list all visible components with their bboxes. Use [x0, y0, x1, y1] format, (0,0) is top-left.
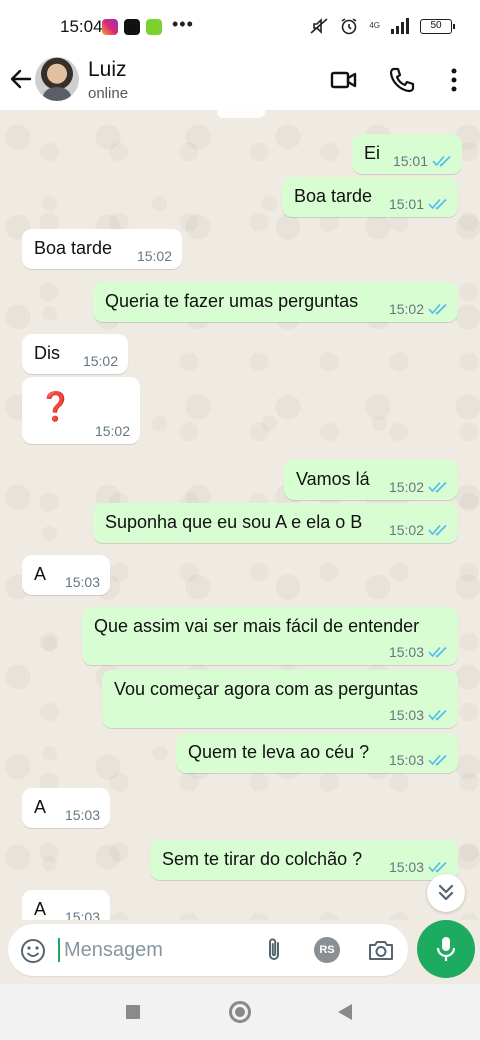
- status-time: 15:04: [60, 17, 103, 36]
- message-text: A: [34, 564, 47, 584]
- message-text: Suponha que eu sou A e ela o B: [105, 512, 363, 532]
- message-text: Boa tarde: [34, 238, 113, 258]
- message-text: Que assim vai ser mais fácil de entender: [94, 616, 420, 636]
- avatar[interactable]: [35, 57, 79, 101]
- message-text: Queria te fazer umas perguntas: [105, 291, 359, 311]
- message-time: 15:02: [388, 479, 424, 495]
- instagram-notification-icon: [102, 19, 118, 35]
- message-input-container[interactable]: Mensagem RS: [8, 924, 408, 976]
- question-emoji: ❓: [38, 391, 73, 422]
- status-right-group: 4G 50: [309, 16, 455, 36]
- read-receipt-icon: [428, 198, 447, 210]
- microphone-icon: [436, 937, 456, 961]
- battery-icon: 50: [420, 18, 455, 34]
- voice-message-button[interactable]: [417, 920, 475, 978]
- message-bubble-incoming[interactable]: A 15:03: [22, 890, 110, 920]
- read-receipt-icon: [428, 524, 447, 536]
- mute-icon: [310, 18, 328, 34]
- message-bubble-incoming[interactable]: Dis 15:02: [22, 334, 128, 374]
- alarm-icon: [341, 18, 357, 35]
- message-bubble-incoming[interactable]: ❓ 15:02: [22, 377, 140, 444]
- read-receipt-icon: [428, 646, 447, 658]
- message-bubble-outgoing[interactable]: Quem te leva ao céu ? 15:03: [176, 733, 458, 773]
- recents-button[interactable]: [126, 1005, 140, 1019]
- contact-name[interactable]: Luiz: [88, 58, 127, 82]
- more-options-icon[interactable]: [440, 66, 468, 94]
- message-time: 15:02: [388, 301, 424, 317]
- video-call-icon[interactable]: [330, 66, 358, 94]
- voice-call-icon[interactable]: [388, 66, 416, 94]
- message-time: 15:02: [94, 423, 130, 439]
- chat-header: Luiz online: [0, 54, 480, 110]
- message-time: 15:03: [388, 707, 424, 723]
- message-time: 15:01: [388, 196, 424, 212]
- read-receipt-icon: [428, 861, 447, 873]
- message-text: Sem te tirar do colchão ?: [162, 849, 363, 869]
- contact-status: online: [88, 85, 129, 102]
- message-time: 15:03: [64, 909, 100, 920]
- message-bubble-outgoing[interactable]: Vamos lá 15:02: [284, 460, 458, 500]
- message-text: Quem te leva ao céu ?: [188, 742, 370, 762]
- composer-bar: Mensagem RS: [0, 920, 480, 984]
- message-bubble-incoming[interactable]: Boa tarde 15:02: [22, 229, 182, 269]
- uber-notification-icon: [124, 19, 140, 35]
- message-text: A: [34, 899, 47, 919]
- payment-icon[interactable]: RS: [314, 937, 340, 963]
- read-receipt-icon: [428, 303, 447, 315]
- back-arrow-icon[interactable]: [8, 66, 34, 92]
- message-text: Ei: [364, 143, 381, 163]
- back-button[interactable]: [338, 1004, 352, 1020]
- message-text: Boa tarde: [294, 186, 373, 206]
- message-time: 15:02: [82, 353, 118, 369]
- network-type: 4G: [369, 21, 380, 30]
- message-input[interactable]: Mensagem: [64, 939, 163, 962]
- read-receipt-icon: [428, 481, 447, 493]
- message-bubble-outgoing[interactable]: Que assim vai ser mais fácil de entender…: [82, 607, 458, 665]
- download-notification-icon: [146, 19, 162, 35]
- battery-level: 50: [430, 19, 442, 31]
- message-text: Vamos lá: [296, 469, 370, 489]
- chat-area[interactable]: Ei 15:01 Boa tarde 15:01 Boa tarde 15:02…: [0, 110, 480, 920]
- home-button[interactable]: [229, 1001, 251, 1023]
- read-receipt-icon: [432, 155, 451, 167]
- message-bubble-outgoing[interactable]: Boa tarde 15:01: [282, 177, 458, 217]
- message-bubble-incoming[interactable]: A 15:03: [22, 788, 110, 828]
- message-text: A: [34, 797, 47, 817]
- message-text: Vou começar agora com as perguntas: [114, 679, 419, 699]
- message-bubble-outgoing[interactable]: Sem te tirar do colchão ? 15:03: [150, 840, 458, 880]
- status-bar: 15:04 ••• 4G 50: [0, 0, 480, 54]
- double-chevron-down-icon: [438, 884, 454, 901]
- camera-icon[interactable]: [368, 938, 394, 962]
- message-time: 15:03: [388, 644, 424, 660]
- message-bubble-outgoing[interactable]: Ei 15:01: [352, 134, 462, 174]
- message-time: 15:03: [388, 752, 424, 768]
- emoji-icon[interactable]: [20, 938, 46, 964]
- date-chip: [217, 110, 265, 118]
- message-time: 15:03: [64, 574, 100, 590]
- message-time: 15:03: [64, 807, 100, 823]
- text-cursor: [58, 938, 60, 962]
- more-notifications-icon: •••: [172, 14, 194, 34]
- signal-icon: [391, 18, 409, 34]
- message-time: 15:03: [388, 859, 424, 875]
- message-time: 15:02: [136, 248, 172, 264]
- message-text: Dis: [34, 343, 60, 363]
- attach-icon[interactable]: [262, 937, 286, 963]
- message-bubble-outgoing[interactable]: Queria te fazer umas perguntas 15:02: [93, 282, 458, 322]
- message-bubble-outgoing[interactable]: Suponha que eu sou A e ela o B 15:02: [93, 503, 458, 543]
- message-bubble-outgoing[interactable]: Vou começar agora com as perguntas 15:03: [102, 670, 458, 728]
- system-nav-bar: [0, 984, 480, 1040]
- read-receipt-icon: [428, 754, 447, 766]
- message-time: 15:01: [392, 153, 428, 169]
- message-time: 15:02: [388, 522, 424, 538]
- scroll-to-bottom-button[interactable]: [427, 874, 465, 912]
- read-receipt-icon: [428, 709, 447, 721]
- message-bubble-incoming[interactable]: A 15:03: [22, 555, 110, 595]
